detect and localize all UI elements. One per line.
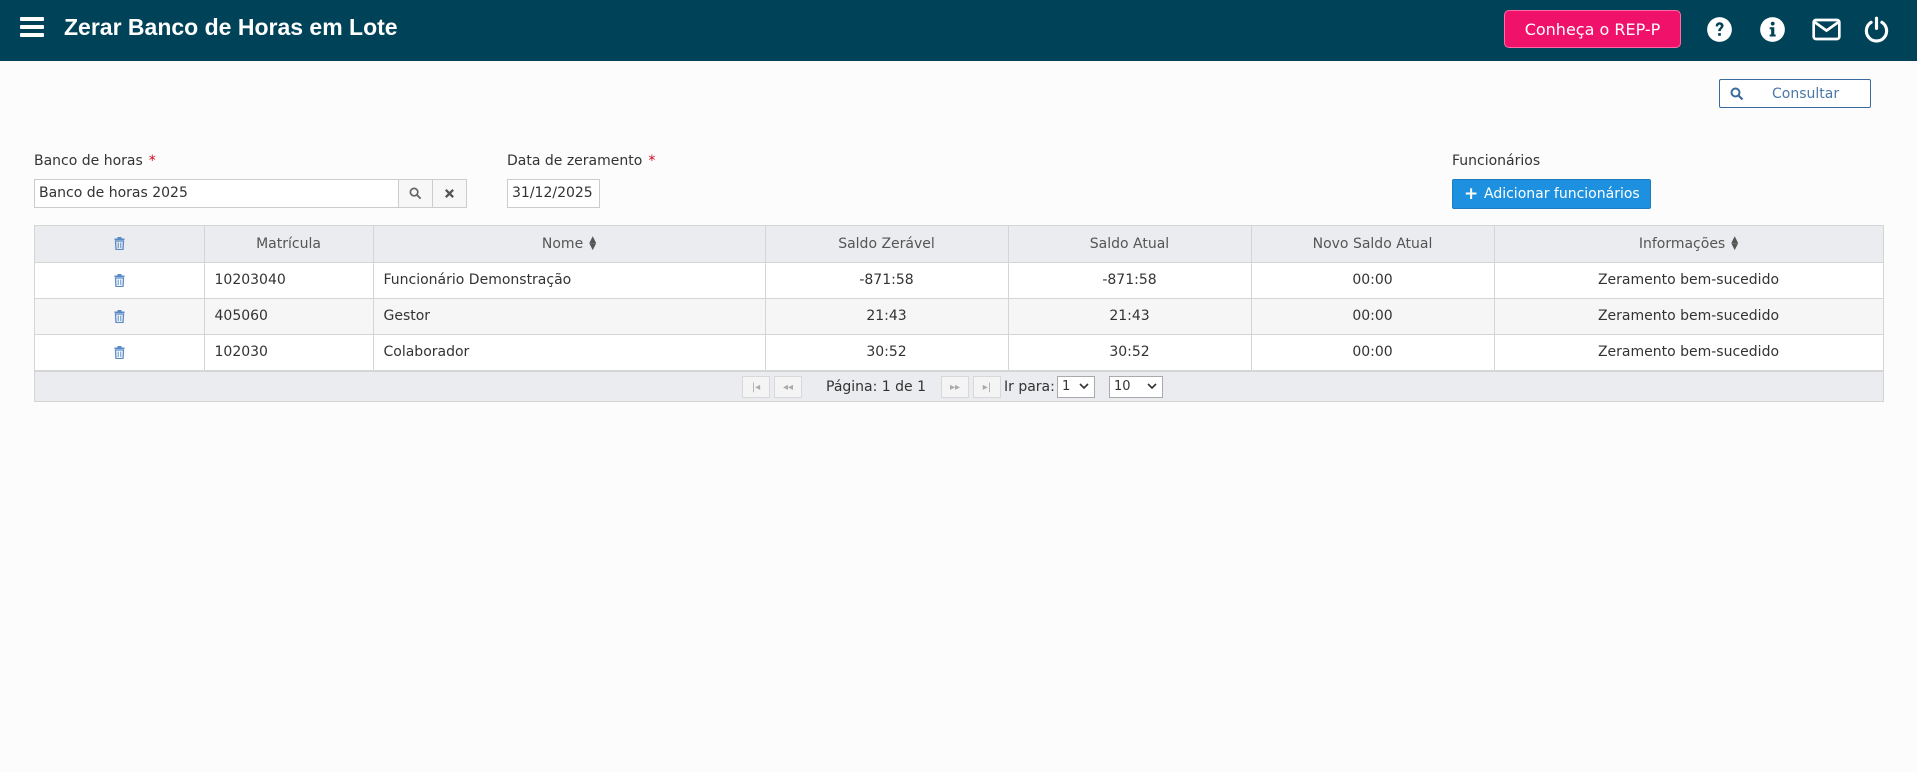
pagination-bar: |◂ ◂◂ Página: 1 de 1 ▸▸ ▸| Ir para: 1 10: [35, 371, 1883, 401]
cell-saldo-atual: -871:58: [1008, 262, 1252, 299]
search-icon: [409, 187, 422, 200]
header-saldo-atual[interactable]: Saldo Atual: [1008, 226, 1252, 263]
cell-saldo-zeravel: 21:43: [765, 298, 1009, 335]
cell-informacoes: Zeramento bem-sucedido: [1494, 298, 1884, 335]
cell-nome: Colaborador: [373, 334, 766, 371]
first-page-button[interactable]: |◂: [742, 376, 770, 398]
cell-novo-saldo: 00:00: [1251, 334, 1495, 371]
banco-de-horas-input[interactable]: Banco de horas 2025: [34, 179, 399, 208]
row-delete-button[interactable]: [35, 298, 205, 335]
page-indicator: Página: 1 de 1: [826, 379, 927, 395]
cell-nome: Funcionário Demonstração: [373, 262, 766, 299]
page-title: Zerar Banco de Horas em Lote: [64, 14, 398, 40]
consultar-button[interactable]: Consultar: [1719, 79, 1871, 108]
employees-table: Matrícula Nome ▲ ▼ Saldo Zerável Saldo Atu…: [34, 225, 1884, 402]
header-novo-saldo[interactable]: Novo Saldo Atual: [1251, 226, 1495, 263]
cell-saldo-atual: 21:43: [1008, 298, 1252, 335]
sort-icon: ▲ ▼: [1731, 234, 1739, 252]
cell-nome: Gestor: [373, 298, 766, 335]
info-icon[interactable]: [1759, 16, 1786, 43]
trash-icon: [114, 309, 125, 323]
chevron-down-icon: [1079, 383, 1089, 390]
search-icon: [1730, 87, 1744, 101]
help-icon[interactable]: [1706, 16, 1733, 43]
data-zeramento-label: Data de zeramento *: [507, 153, 656, 169]
next-page-button[interactable]: ▸▸: [941, 376, 969, 398]
top-bar: Zerar Banco de Horas em Lote Conheça o R…: [0, 0, 1917, 61]
banco-clear-button[interactable]: [432, 179, 467, 208]
chevron-down-icon: [1147, 383, 1157, 390]
row-delete-button[interactable]: [35, 334, 205, 371]
power-icon[interactable]: [1863, 16, 1890, 43]
goto-label: Ir para:: [1004, 379, 1055, 395]
last-page-button[interactable]: ▸|: [973, 376, 1001, 398]
header-delete-all[interactable]: [35, 226, 205, 263]
cell-matricula: 405060: [204, 298, 374, 335]
cell-novo-saldo: 00:00: [1251, 262, 1495, 299]
table-row[interactable]: 405060 Gestor 21:43 21:43 00:00 Zerament…: [35, 298, 1884, 335]
cell-informacoes: Zeramento bem-sucedido: [1494, 334, 1884, 371]
close-icon: [445, 189, 454, 198]
page-size-select[interactable]: 10: [1109, 376, 1163, 398]
trash-icon: [114, 345, 125, 359]
header-saldo-zeravel[interactable]: Saldo Zerável: [765, 226, 1009, 263]
banco-search-button[interactable]: [398, 179, 433, 208]
goto-page-select[interactable]: 1: [1057, 376, 1095, 398]
menu-icon[interactable]: [20, 17, 44, 39]
prev-page-button[interactable]: ◂◂: [774, 376, 802, 398]
cell-novo-saldo: 00:00: [1251, 298, 1495, 335]
rep-p-button[interactable]: Conheça o REP-P: [1504, 10, 1681, 48]
header-informacoes[interactable]: Informações ▲ ▼: [1494, 226, 1884, 263]
header-nome[interactable]: Nome ▲ ▼: [373, 226, 766, 263]
trash-icon: [114, 237, 125, 251]
cell-saldo-zeravel: 30:52: [765, 334, 1009, 371]
table-row[interactable]: 102030 Colaborador 30:52 30:52 00:00 Zer…: [35, 334, 1884, 371]
header-matricula[interactable]: Matrícula: [204, 226, 374, 263]
cell-matricula: 10203040: [204, 262, 374, 299]
data-zeramento-input[interactable]: 31/12/2025: [507, 179, 600, 208]
consultar-label: Consultar: [1772, 86, 1840, 102]
row-delete-button[interactable]: [35, 262, 205, 299]
cell-saldo-atual: 30:52: [1008, 334, 1252, 371]
plus-icon: +: [1464, 184, 1479, 204]
cell-saldo-zeravel: -871:58: [765, 262, 1009, 299]
add-employees-label: Adicionar funcionários: [1484, 186, 1640, 202]
cell-matricula: 102030: [204, 334, 374, 371]
table-row[interactable]: 10203040 Funcionário Demonstração -871:5…: [35, 262, 1884, 299]
add-employees-button[interactable]: + Adicionar funcionários: [1452, 179, 1651, 209]
cell-informacoes: Zeramento bem-sucedido: [1494, 262, 1884, 299]
funcionarios-label: Funcionários: [1452, 153, 1541, 169]
trash-icon: [114, 273, 125, 287]
sort-icon: ▲ ▼: [589, 234, 597, 252]
mail-icon[interactable]: [1812, 16, 1841, 43]
banco-label: Banco de horas *: [34, 153, 156, 169]
